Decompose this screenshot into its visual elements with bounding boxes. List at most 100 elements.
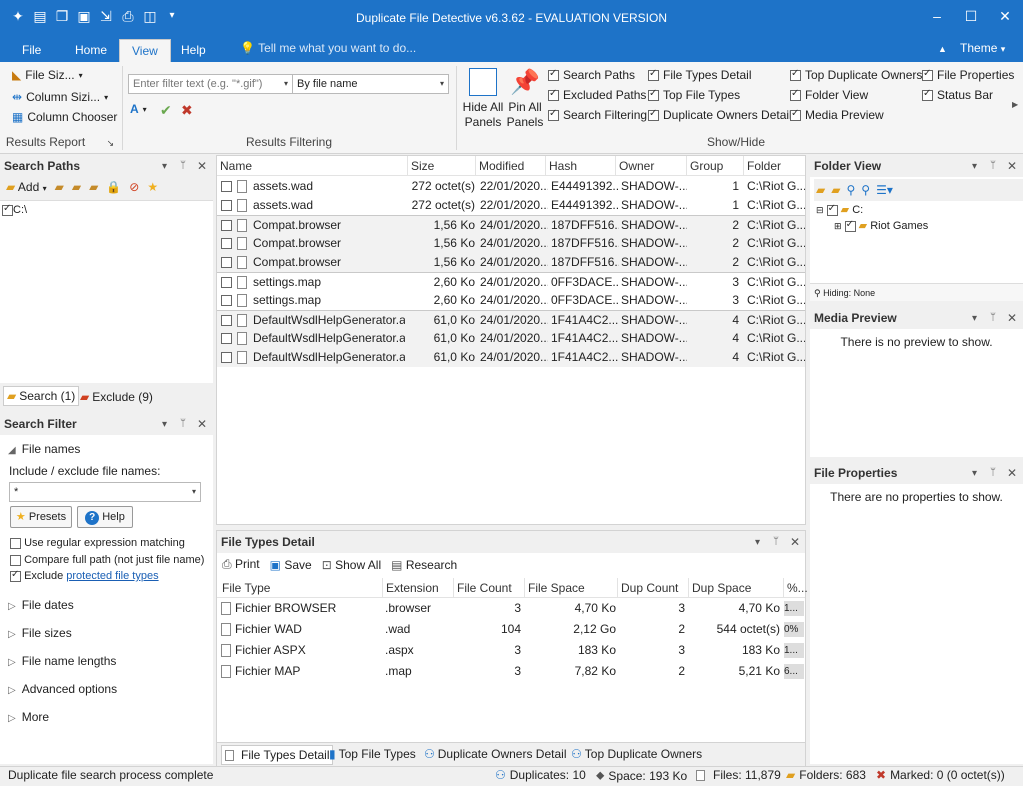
presets-button[interactable]: ★ Presets (10, 506, 72, 528)
minimize-button[interactable]: – (922, 6, 952, 26)
regex-checkbox[interactable]: Use regular expression matching (10, 537, 185, 549)
folder-filter-icon[interactable]: ▰ (831, 183, 840, 197)
apply-filter-icon[interactable]: ✔ (160, 102, 172, 119)
panel-menu-icon[interactable]: ▾ (755, 537, 760, 548)
find-next-icon[interactable]: ⚲ (861, 183, 870, 197)
toggle-top-duplicate-owners[interactable]: Top Duplicate Owners (790, 68, 922, 82)
panel-menu-icon[interactable]: ▾ (972, 161, 977, 172)
close-panel-icon[interactable]: ✕ (1007, 311, 1017, 325)
file-sizes-section[interactable]: ▷ File sizes (8, 626, 72, 640)
research-button[interactable]: ▤ Research (391, 558, 457, 572)
toggle-file-properties[interactable]: File Properties (922, 68, 1014, 82)
exclude-protected-checkbox[interactable]: Exclude protected file types (10, 569, 159, 582)
path-item[interactable]: C:\ (2, 203, 27, 216)
ribbon-scroll-right-icon[interactable]: ▶ (1012, 100, 1018, 109)
close-panel-icon[interactable]: ✕ (197, 417, 207, 431)
theme-menu[interactable]: ▲ Theme ▾ (938, 41, 1005, 55)
table-row[interactable]: DefaultWsdlHelpGenerator.a... 61,0 Ko 24/0… (217, 329, 805, 348)
col-name[interactable]: Name (217, 156, 252, 176)
table-row[interactable]: Fichier MAP .map 3 7,82 Ko 2 5,21 Ko 6... (217, 662, 805, 681)
tree-options-icon[interactable]: ☰▾ (876, 183, 893, 197)
panel-menu-icon[interactable]: ▾ (972, 313, 977, 324)
panel-menu-icon[interactable]: ▾ (162, 161, 167, 172)
col-hash[interactable]: Hash (545, 156, 577, 176)
filter-options-button[interactable]: A ▾ (130, 102, 147, 116)
row-checkbox[interactable] (221, 200, 232, 211)
col-modified[interactable]: Modified (475, 156, 524, 176)
close-panel-icon[interactable]: ✕ (1007, 466, 1017, 480)
filter-text-input[interactable]: Enter filter text (e.g. "*.gif") ▾ (128, 74, 293, 94)
tab-duplicate-owners-detail[interactable]: ⚇ Duplicate Owners Detail (424, 747, 566, 761)
table-row[interactable]: Compat.browser 1,56 Ko 24/01/2020... 187DFF… (217, 234, 805, 253)
tab-help[interactable]: Help (169, 39, 218, 62)
row-checkbox[interactable] (221, 352, 232, 363)
toggle-file-types-detail[interactable]: File Types Detail (648, 68, 751, 82)
row-checkbox[interactable] (221, 333, 232, 344)
file-dates-section[interactable]: ▷ File dates (8, 598, 74, 612)
folder-icon[interactable]: ▰ (816, 183, 825, 197)
remove-path-icon[interactable]: ▰ (55, 180, 64, 194)
row-checkbox[interactable] (221, 295, 232, 306)
file-size-format-button[interactable]: ◣ File Siz... ▾ (12, 68, 83, 82)
table-row[interactable]: Compat.browser 1,56 Ko 24/01/2020... 187DFF… (217, 253, 805, 272)
column-sizing-button[interactable]: ⇹ Column Sizi... ▾ (12, 90, 108, 104)
advanced-options-section[interactable]: ▷ Advanced options (8, 682, 117, 696)
table-row[interactable]: Fichier ASPX .aspx 3 183 Ko 3 183 Ko 1... (217, 641, 805, 660)
table-row[interactable]: Fichier BROWSER .browser 3 4,70 Ko 3 4,70 Ko 1… (217, 599, 805, 618)
collapse-ribbon-icon[interactable]: ▲ (938, 44, 947, 54)
tree-node-riot-games[interactable]: ⊞ ▰ Riot Games (834, 219, 928, 232)
tab-view[interactable]: View (119, 39, 171, 62)
panel-menu-icon[interactable]: ▾ (972, 468, 977, 479)
column-chooser-button[interactable]: ▦ Column Chooser (12, 110, 117, 124)
row-checkbox[interactable] (221, 181, 232, 192)
table-row[interactable]: DefaultWsdlHelpGenerator.a... 61,0 Ko 24/0… (217, 348, 805, 367)
pin-all-panels-button[interactable]: 📌 Pin All Panels (506, 68, 544, 130)
star-icon[interactable]: ★ (147, 180, 158, 194)
col-size[interactable]: Size (407, 156, 434, 176)
col-owner[interactable]: Owner (615, 156, 654, 176)
clear-filter-icon[interactable]: ✖ (181, 102, 193, 119)
more-section[interactable]: ▷ More (8, 710, 49, 724)
table-row[interactable]: Compat.browser 1,56 Ko 24/01/2020... 187DFF… (217, 215, 805, 234)
show-all-button[interactable]: ⊡ Show All (322, 558, 381, 572)
pin-panel-icon[interactable]: ᛘ (990, 312, 996, 323)
table-row[interactable]: DefaultWsdlHelpGenerator.a... 61,0 Ko 24/0… (217, 310, 805, 329)
filter-mode-select[interactable]: By file name ▾ (292, 74, 449, 94)
col-extension[interactable]: Extension (382, 578, 439, 598)
move-up-icon[interactable]: ▰ (72, 180, 81, 194)
tell-me-search[interactable]: 💡 Tell me what you want to do... (240, 41, 416, 55)
include-exclude-input[interactable]: * ▾ (9, 482, 201, 502)
tab-file[interactable]: File (10, 39, 53, 62)
col-folder[interactable]: Folder (743, 156, 781, 176)
dialog-launcher-icon[interactable]: ↘ (107, 138, 115, 148)
col-file-type[interactable]: File Type (219, 578, 270, 598)
add-path-button[interactable]: ▰ Add ▾ (6, 180, 47, 194)
close-panel-icon[interactable]: ✕ (197, 159, 207, 173)
tab-top-duplicate-owners[interactable]: ⚇ Top Duplicate Owners (571, 747, 702, 761)
full-path-checkbox[interactable]: Compare full path (not just file name) (10, 554, 204, 566)
pin-panel-icon[interactable]: ᛘ (180, 418, 186, 429)
col-percent[interactable]: %... (783, 578, 808, 598)
hide-all-panels-button[interactable]: Hide All Panels (462, 68, 504, 130)
row-checkbox[interactable] (221, 220, 232, 231)
table-row[interactable]: assets.wad 272 octet(s) 22/01/2020... E4449… (217, 177, 805, 196)
toggle-search-paths[interactable]: Search Paths (548, 68, 635, 82)
row-checkbox[interactable] (221, 257, 232, 268)
pin-panel-icon[interactable]: ᛘ (180, 160, 186, 171)
tab-search-paths[interactable]: ▰ Search (1) (3, 386, 80, 406)
table-row[interactable]: Fichier WAD .wad 104 2,12 Go 2 544 octet(s) 0% (217, 620, 805, 639)
print-button[interactable]: ⎙ Print (222, 557, 260, 572)
file-names-section[interactable]: ◢ File names (8, 442, 80, 456)
table-row[interactable]: settings.map 2,60 Ko 24/01/2020... 0FF3DACE… (217, 291, 805, 310)
find-icon[interactable]: ⚲ (846, 183, 855, 197)
col-group[interactable]: Group (686, 156, 723, 176)
close-window-button[interactable]: ✕ (990, 6, 1020, 26)
close-panel-icon[interactable]: ✕ (790, 535, 800, 549)
table-row[interactable]: settings.map 2,60 Ko 24/01/2020... 0FF3DACE… (217, 272, 805, 291)
block-icon[interactable]: ⊘ (129, 180, 139, 194)
row-checkbox[interactable] (221, 238, 232, 249)
col-file-count[interactable]: File Count (453, 578, 512, 598)
pin-panel-icon[interactable]: ᛘ (990, 160, 996, 171)
help-button[interactable]: ? Help (77, 506, 133, 528)
toggle-media-preview[interactable]: Media Preview (790, 108, 884, 122)
